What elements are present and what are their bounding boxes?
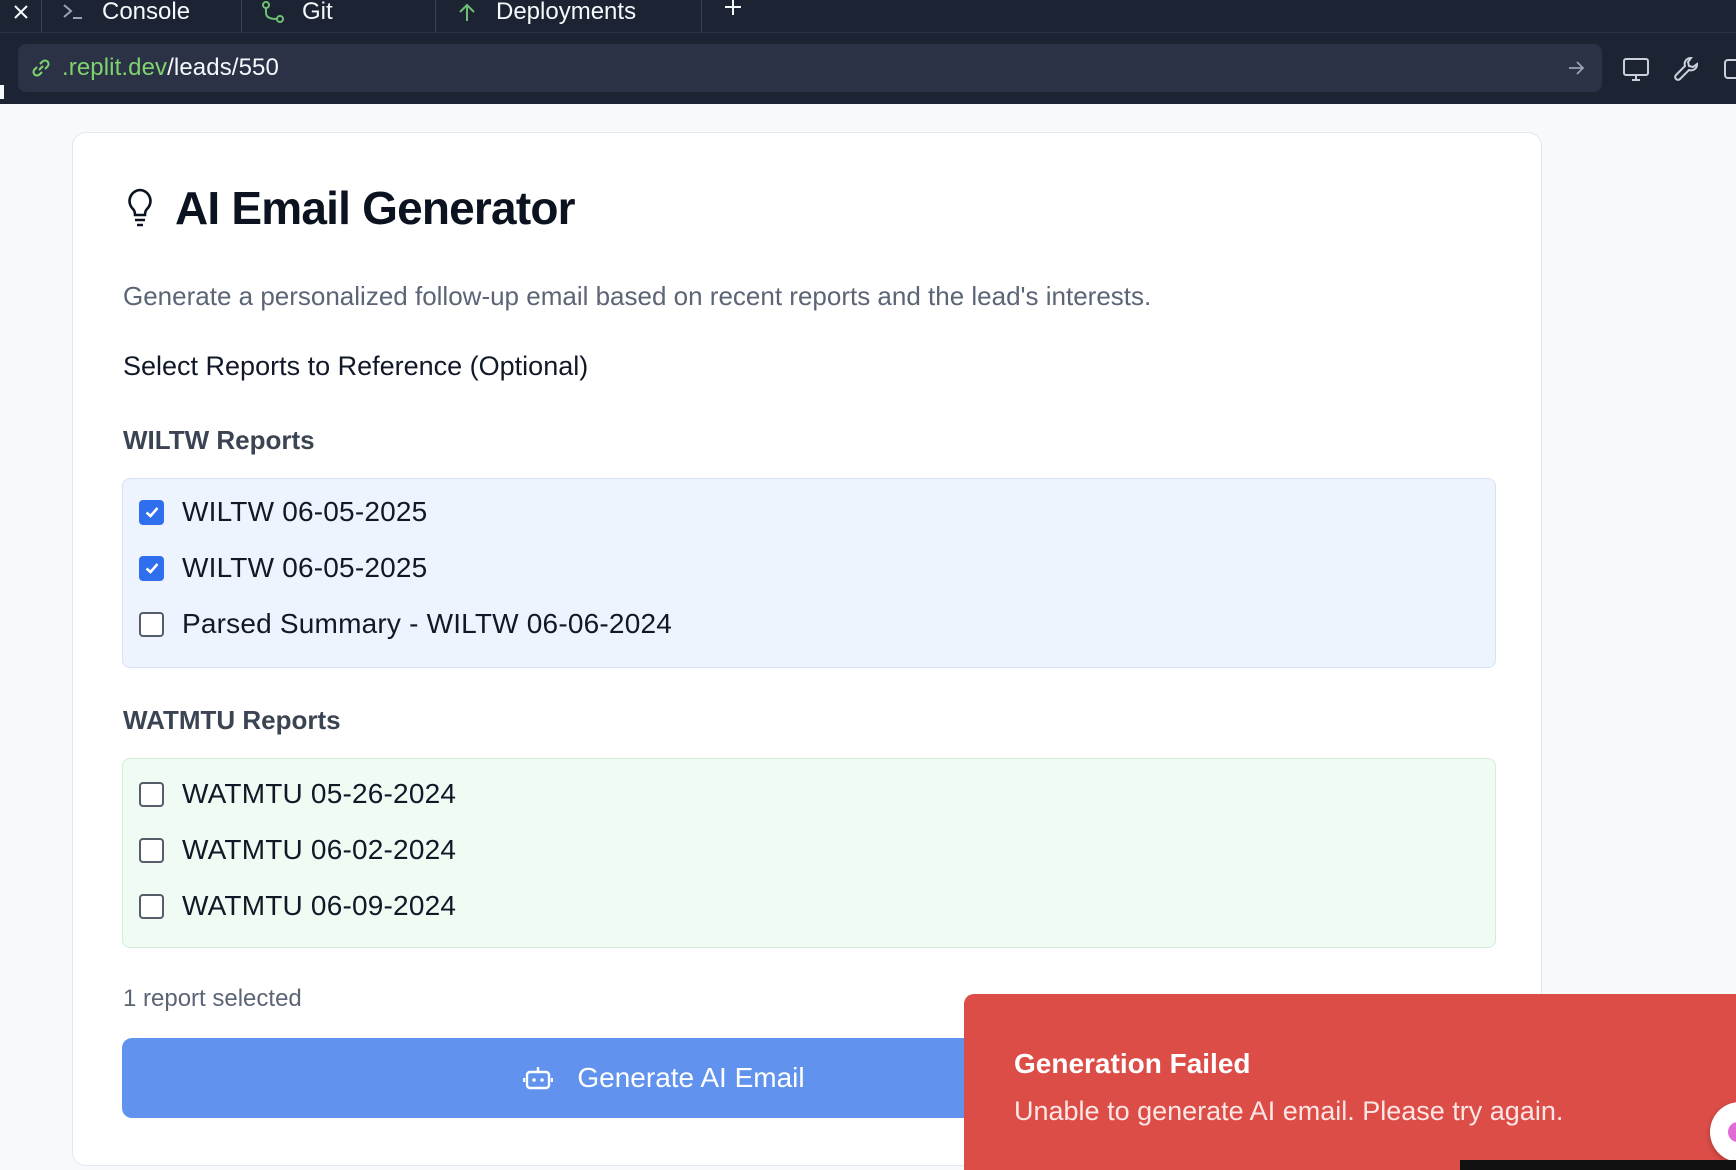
select-reports-label: Select Reports to Reference (Optional) — [123, 351, 589, 381]
url-text: .replit.dev/leads/550 — [62, 54, 279, 82]
close-tab-button[interactable] — [0, 0, 42, 32]
report-label: Parsed Summary - WILTW 06-06-2024 — [182, 608, 673, 639]
plus-icon — [725, 0, 741, 15]
list-item[interactable]: WILTW 06-05-2025 — [139, 492, 427, 532]
wrench-icon — [1674, 57, 1698, 81]
wiltw-reports-heading: WILTW Reports — [123, 425, 315, 455]
report-checkbox[interactable] — [139, 837, 164, 863]
list-item[interactable]: WILTW 06-05-2025 — [139, 548, 427, 588]
ide-tab-bar: Console Git Deployments — [0, 0, 1736, 32]
report-label: WILTW 06-05-2025 — [182, 552, 428, 583]
window-icon — [1724, 59, 1736, 79]
add-tab-button[interactable] — [716, 0, 750, 24]
report-checkbox[interactable] — [139, 611, 164, 637]
toast-message: Unable to generate AI email. Please try … — [1014, 1096, 1564, 1126]
checkmark-icon — [145, 507, 158, 518]
address-bar: .replit.dev/leads/550 — [0, 32, 1736, 104]
url-path: /leads/550 — [167, 54, 279, 81]
devtools-button[interactable] — [1670, 53, 1702, 85]
git-branch-icon — [260, 0, 286, 25]
tab-label: Console — [102, 0, 191, 25]
list-item[interactable]: WATMTU 06-02-2024 — [139, 830, 456, 870]
card-description: Generate a personalized follow-up email … — [123, 281, 1152, 311]
report-label: WATMTU 06-02-2024 — [182, 834, 457, 865]
terminal-icon — [60, 0, 86, 25]
selected-count: 1 report selected — [123, 985, 302, 1012]
tab-label: Git — [302, 0, 333, 25]
list-item[interactable]: WATMTU 05-26-2024 — [139, 774, 456, 814]
robot-icon — [523, 1067, 554, 1090]
report-checkbox[interactable] — [139, 555, 164, 581]
taskbar-edge — [1460, 1160, 1736, 1170]
tab-deployments[interactable]: Deployments — [436, 0, 702, 32]
error-toast[interactable]: Generation Failed Unable to generate AI … — [964, 994, 1736, 1170]
arrow-right-icon[interactable] — [1564, 56, 1588, 80]
link-icon — [32, 59, 50, 77]
report-checkbox[interactable] — [139, 893, 164, 919]
generate-button-label: Generate AI Email — [577, 1062, 805, 1093]
assistant-bubble-icon[interactable] — [1710, 1102, 1736, 1162]
devices-button[interactable] — [1620, 53, 1652, 85]
tab-label: Deployments — [496, 0, 637, 25]
toast-title: Generation Failed — [1014, 1048, 1251, 1079]
watmtu-reports-heading: WATMTU Reports — [123, 705, 341, 735]
monitor-icon — [1623, 58, 1649, 81]
tab-console[interactable]: Console — [42, 0, 242, 32]
card-header: AI Email Generator — [123, 181, 576, 235]
url-field[interactable]: .replit.dev/leads/550 — [18, 44, 1602, 92]
checkmark-icon — [145, 563, 158, 574]
deploy-icon — [454, 0, 480, 25]
new-window-button[interactable] — [1718, 53, 1736, 85]
close-icon — [13, 5, 28, 19]
report-checkbox[interactable] — [139, 781, 164, 807]
wiltw-reports-list: WILTW 06-05-2025 WILTW 06-05-2025 Parsed… — [122, 478, 1496, 668]
list-item[interactable]: WATMTU 06-09-2024 — [139, 886, 456, 926]
tab-git[interactable]: Git — [242, 0, 436, 32]
report-checkbox[interactable] — [139, 499, 164, 525]
lightbulb-icon — [128, 188, 152, 227]
report-label: WATMTU 06-09-2024 — [182, 890, 457, 921]
report-label: WATMTU 05-26-2024 — [182, 778, 457, 809]
watmtu-reports-list: WATMTU 05-26-2024 WATMTU 06-02-2024 WATM… — [122, 758, 1496, 948]
report-label: WILTW 06-05-2025 — [182, 496, 428, 527]
list-item[interactable]: Parsed Summary - WILTW 06-06-2024 — [139, 604, 672, 644]
sidebar-edge — [0, 85, 4, 99]
url-domain: .replit.dev — [62, 54, 168, 81]
page-title: AI Email Generator — [175, 182, 576, 234]
